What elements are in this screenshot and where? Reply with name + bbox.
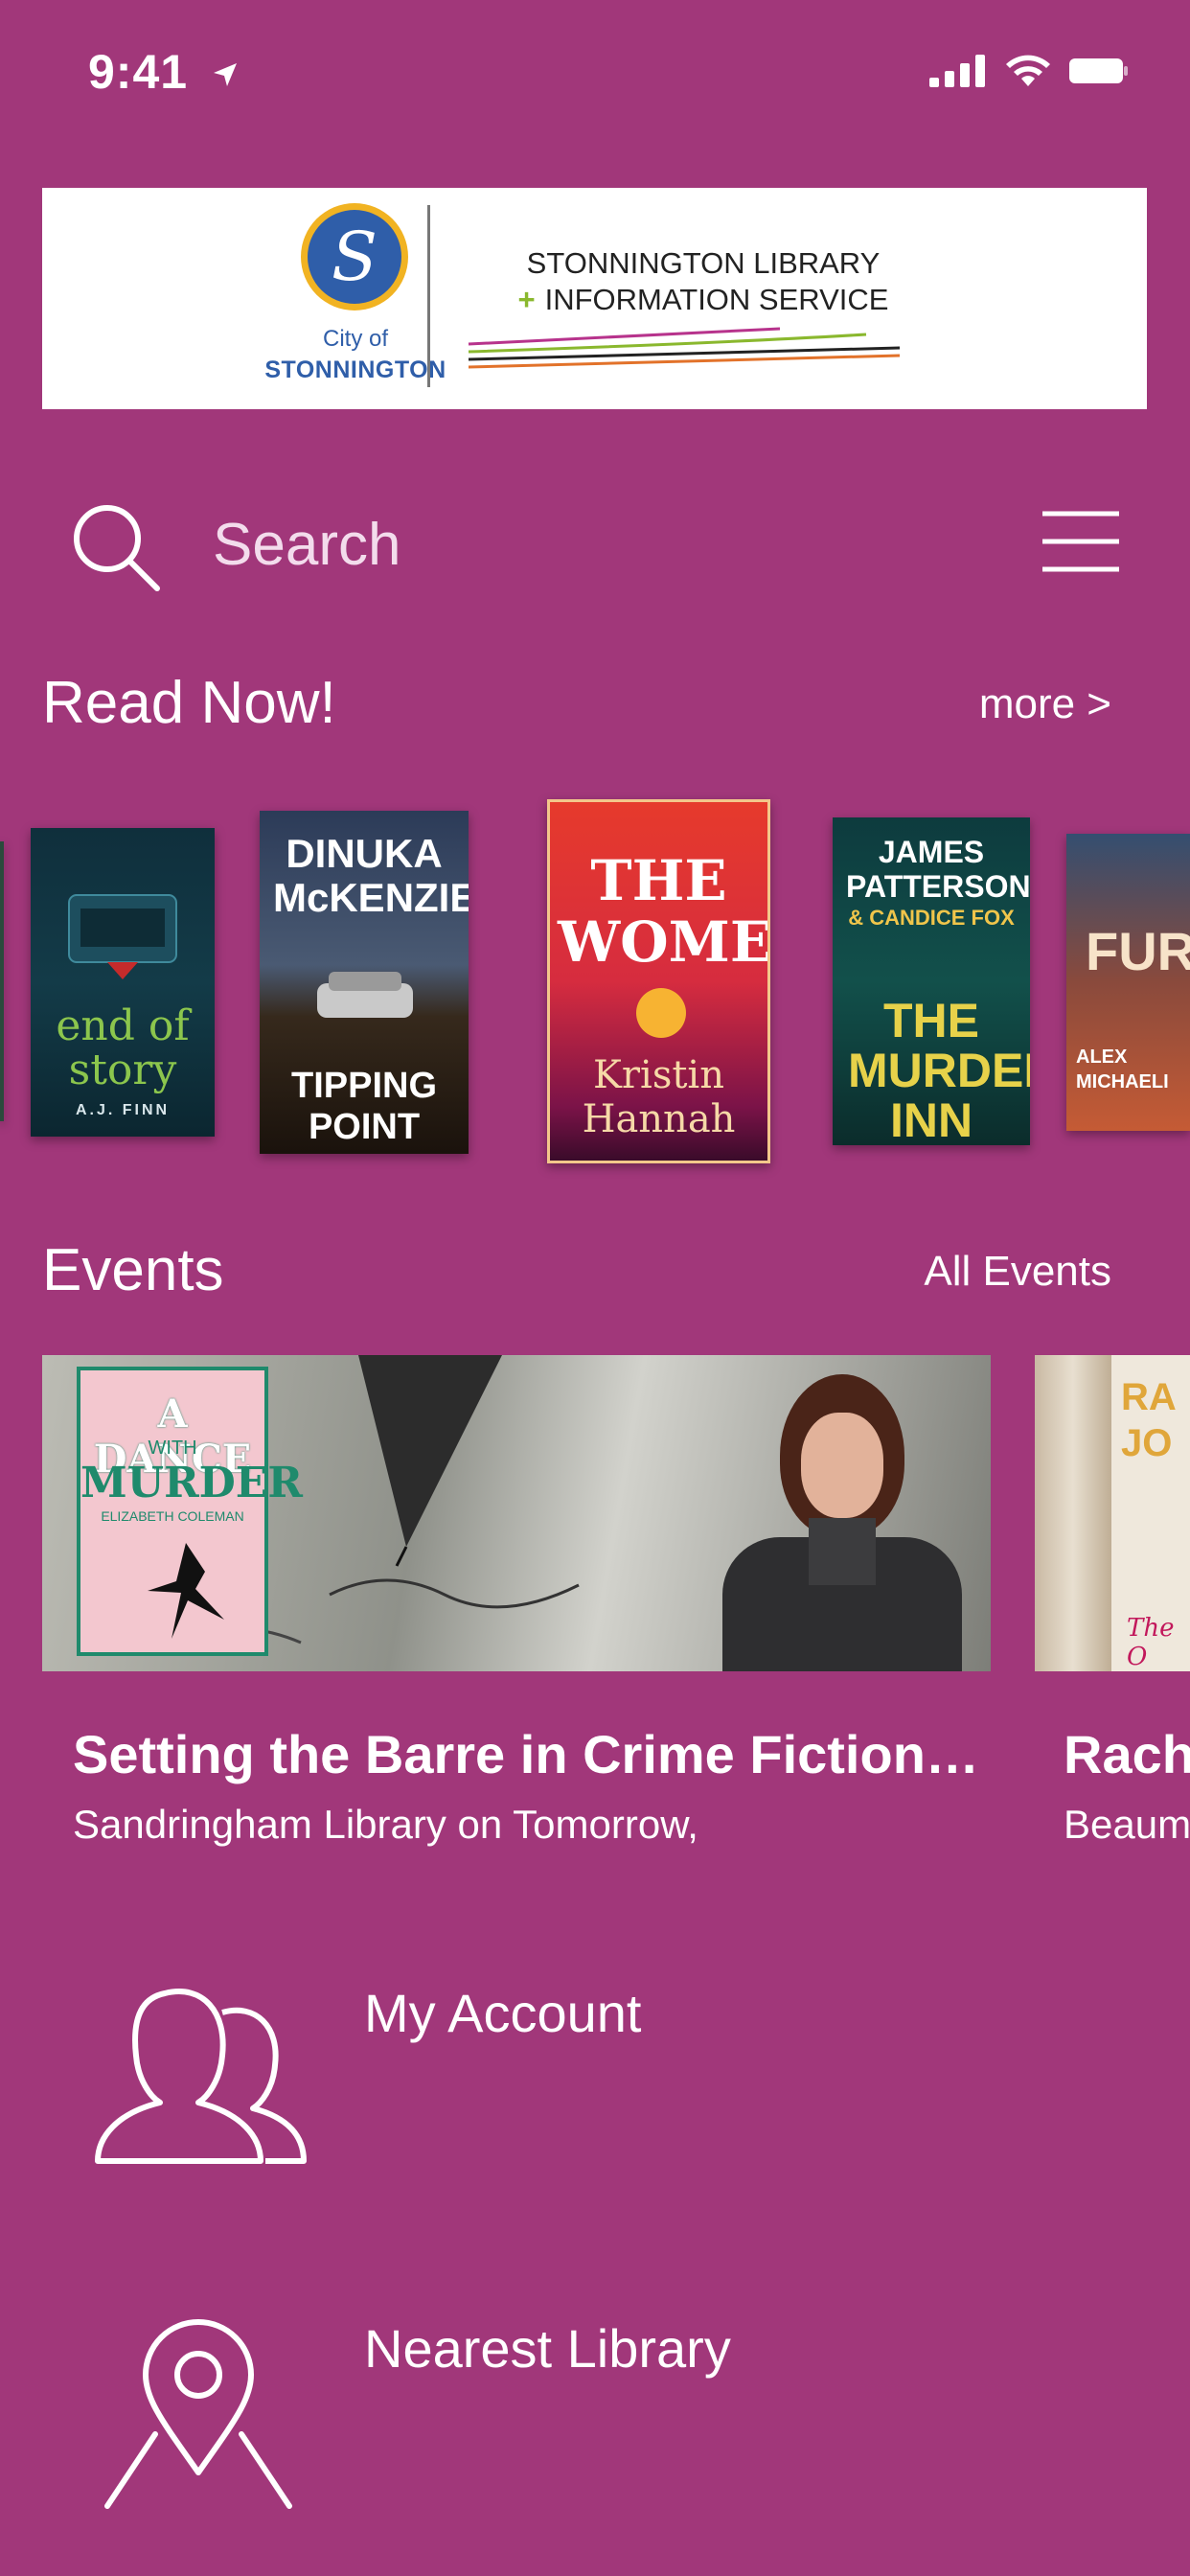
book-5-author: ALEX MICHAELI xyxy=(1076,1046,1169,1092)
typewriter-graphic xyxy=(68,894,177,979)
library-swoosh-graphic xyxy=(468,327,901,369)
event-2-cover-line1: RA xyxy=(1121,1376,1177,1418)
events-title: Events xyxy=(42,1237,224,1303)
city-logo: S City of STONNINGTON xyxy=(255,203,446,395)
city-of-label: City of xyxy=(322,326,388,352)
city-emblem-letter: S xyxy=(308,210,401,304)
city-name-label: STONNINGTON xyxy=(264,356,446,383)
clock-text: 9:41 xyxy=(88,45,189,99)
book-2-author: DINUKA McKENZIE xyxy=(273,831,469,920)
car-graphic xyxy=(317,972,413,1018)
my-account-label: My Account xyxy=(364,1983,642,2043)
event-1-book-cover: A DANCE WITH MURDER ELIZABETH COLEMAN xyxy=(77,1367,303,1656)
book-1-title: end of story xyxy=(56,1001,190,1094)
event-card-2[interactable]: RA JO The O xyxy=(1035,1355,1190,1671)
event-1-cover-line2: WITH xyxy=(148,1438,197,1459)
banner-divider xyxy=(427,205,430,387)
search-icon[interactable] xyxy=(67,498,163,594)
book-cover-2[interactable]: DINUKA McKENZIE TIPPING POINT xyxy=(260,811,469,1154)
book-1-author: A.J. FINN xyxy=(75,1102,171,1118)
library-title-line2: INFORMATION SERVICE xyxy=(544,283,889,316)
location-arrow-icon xyxy=(213,63,237,86)
nearest-library-label: Nearest Library xyxy=(364,2318,731,2379)
book-cover-5[interactable]: FUR ALEX MICHAELI xyxy=(1066,834,1190,1131)
event-2-title[interactable]: Rach xyxy=(1064,1723,1190,1785)
sunset-graphic xyxy=(636,988,686,1038)
read-now-title: Read Now! xyxy=(42,670,336,736)
event-1-cover-author: ELIZABETH COLEMAN xyxy=(101,1508,244,1524)
book-cover-partial[interactable] xyxy=(0,841,4,1121)
library-title-line1: STONNINGTON LIBRARY xyxy=(526,246,881,280)
book-cover-1[interactable]: end of story A.J. FINN xyxy=(31,828,215,1137)
event-1-cover-line3: MURDER xyxy=(80,1459,303,1507)
book-cover-3[interactable]: THE WOMEN Kristin Hannah xyxy=(547,799,770,1163)
library-title-line2-wrap: + INFORMATION SERVICE xyxy=(464,282,943,318)
book-2-title: TIPPING POINT xyxy=(290,1066,438,1147)
status-icons xyxy=(929,54,1129,88)
users-icon xyxy=(95,1989,307,2164)
event-1-title[interactable]: Setting the Barre in Crime Fiction… xyxy=(73,1723,979,1785)
hamburger-menu-icon[interactable] xyxy=(1041,508,1121,575)
event-2-subtitle: Beaum xyxy=(1064,1802,1190,1847)
signal-icon xyxy=(929,55,985,87)
wifi-icon xyxy=(1006,55,1050,86)
city-emblem-icon: S xyxy=(301,203,408,310)
my-account-item[interactable]: My Account xyxy=(0,1955,1190,2204)
search-input[interactable] xyxy=(213,506,883,583)
library-title: STONNINGTON LIBRARY + INFORMATION SERVICE xyxy=(464,245,943,318)
book-5-title: FUR xyxy=(1086,921,1190,981)
book-3-title: THE WOMEN xyxy=(558,848,770,975)
book-cover-4[interactable]: JAMES PATTERSON & CANDICE FOX THE MURDER… xyxy=(833,817,1030,1145)
author-photo xyxy=(713,1374,972,1671)
book-4-coauthor: & CANDICE FOX xyxy=(848,906,1015,930)
map-pin-icon xyxy=(104,2319,292,2509)
all-events-link[interactable]: All Events xyxy=(924,1248,1111,1296)
event-1-subtitle: Sandringham Library on Tomorrow, xyxy=(73,1802,698,1847)
status-bar: 9:41 xyxy=(0,0,1190,144)
library-banner[interactable]: S City of STONNINGTON STONNINGTON LIBRAR… xyxy=(42,188,1147,409)
event-2-cover-text: RA JO xyxy=(1121,1374,1177,1466)
status-time: 9:41 xyxy=(88,44,239,100)
dancer-silhouette-icon xyxy=(148,1543,224,1639)
book-4-author: JAMES PATTERSON xyxy=(846,835,1030,904)
event-2-cover-line3: The O xyxy=(1127,1614,1175,1671)
book-4-title: THE MURDER INN xyxy=(848,994,1030,1145)
event-2-cover-line2: JO xyxy=(1121,1422,1173,1464)
book-3-author: Kristin Hannah xyxy=(582,1053,736,1141)
read-now-more-link[interactable]: more > xyxy=(979,680,1111,728)
search-bar xyxy=(0,489,1190,604)
battery-icon xyxy=(1069,58,1128,83)
plus-icon: + xyxy=(517,283,536,316)
nearest-library-item[interactable]: Nearest Library xyxy=(0,2290,1190,2540)
event-card-1[interactable]: A DANCE WITH MURDER ELIZABETH COLEMAN xyxy=(42,1355,991,1671)
